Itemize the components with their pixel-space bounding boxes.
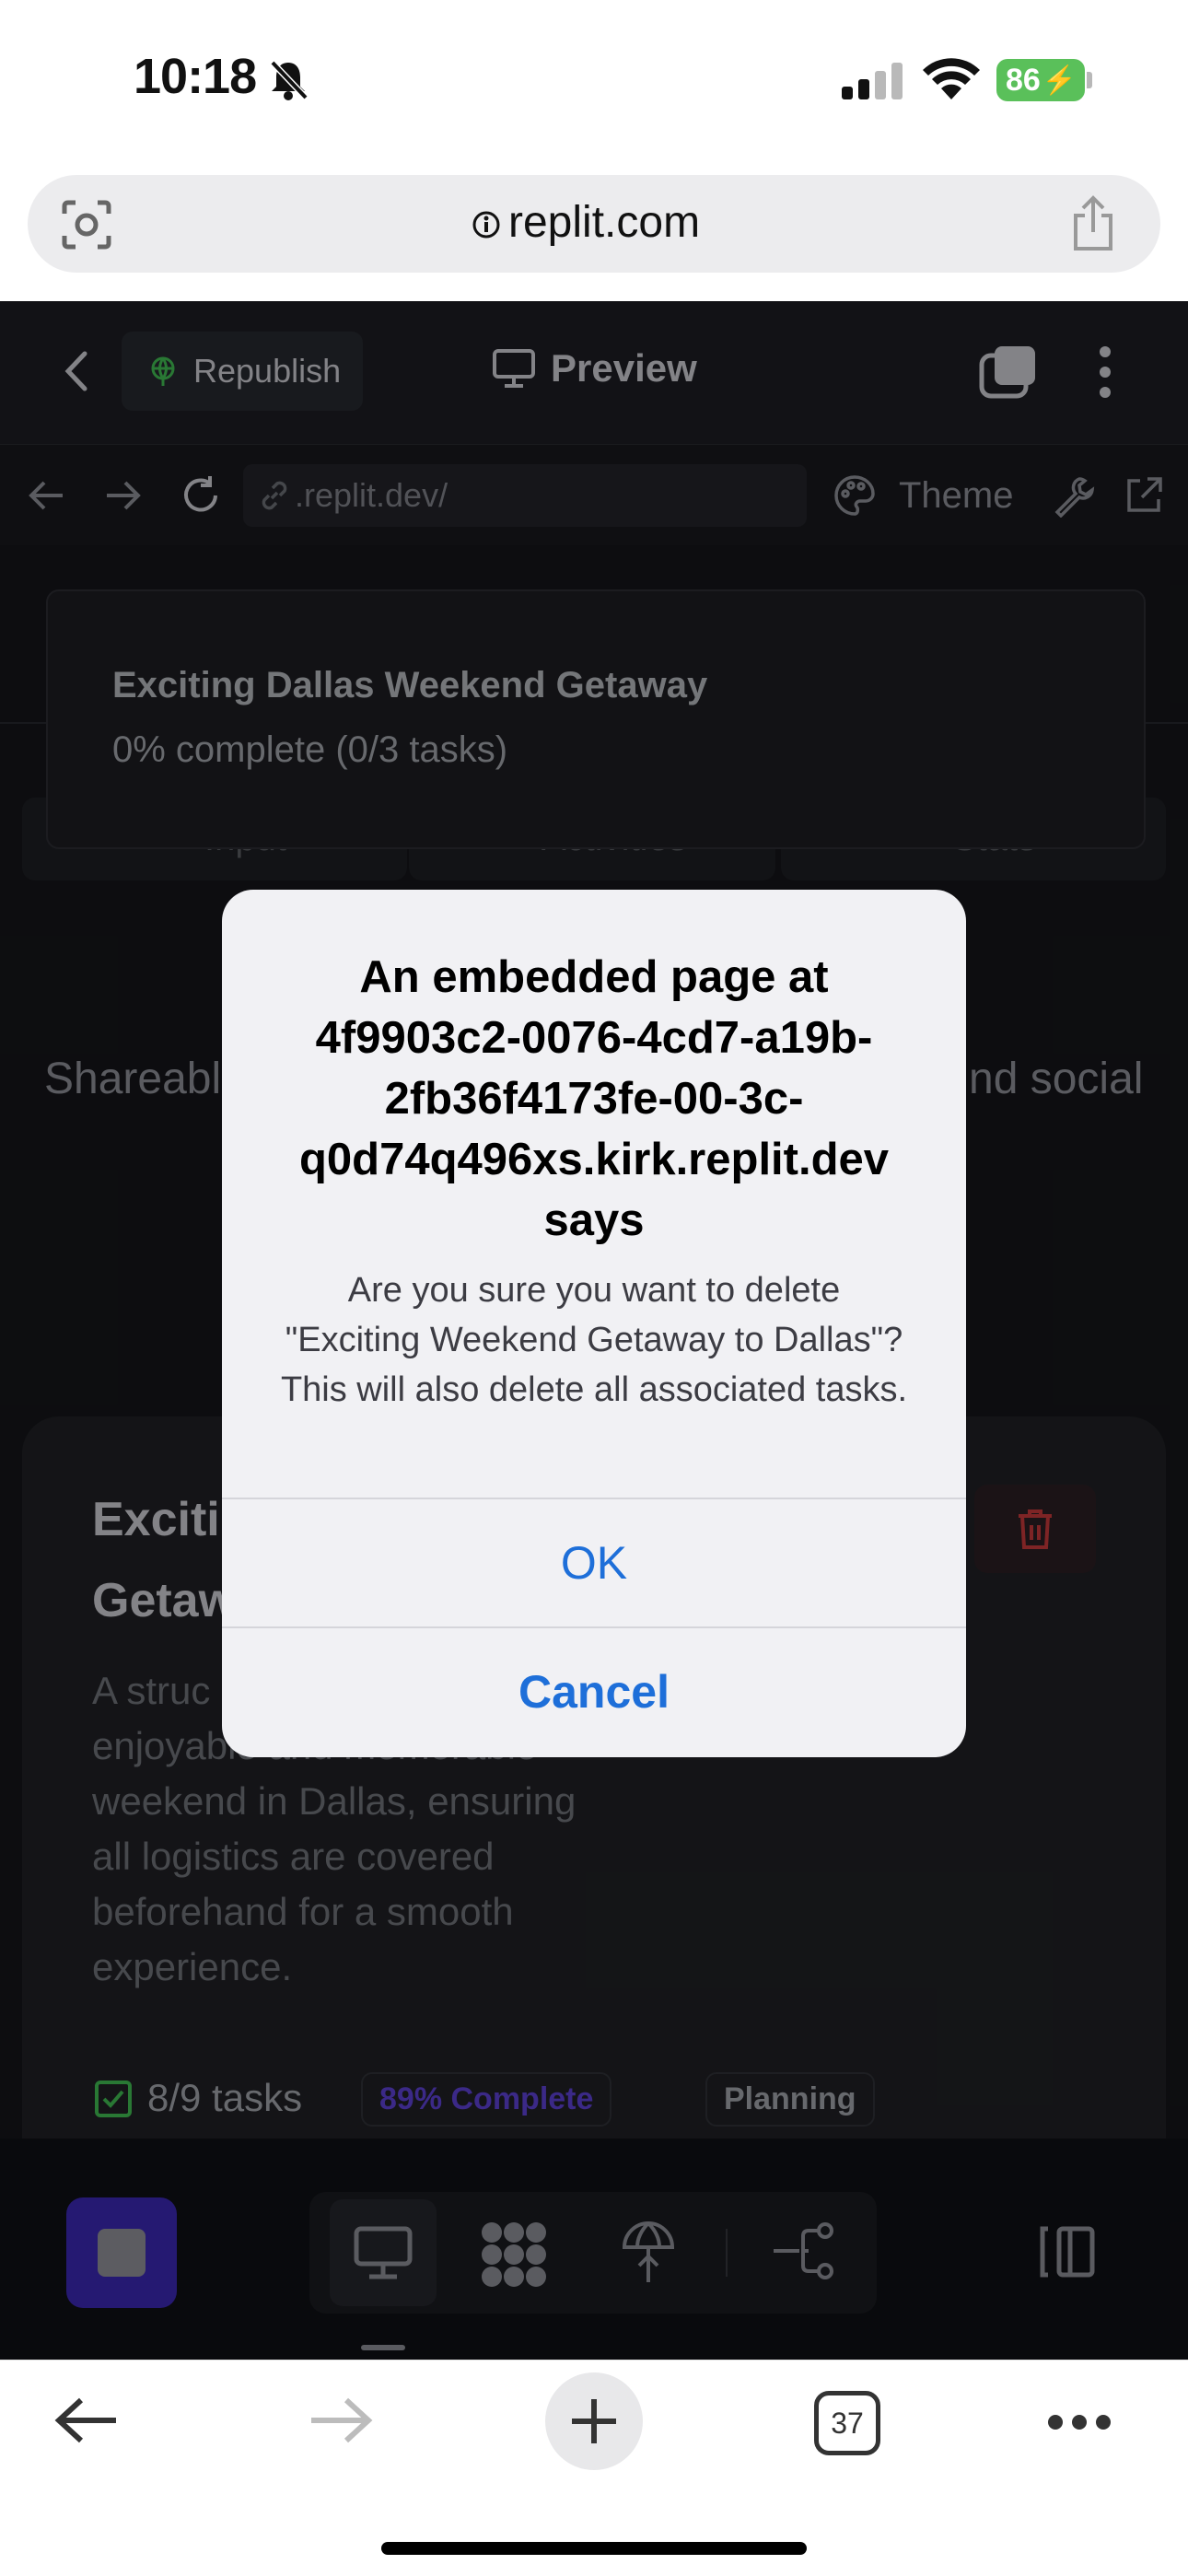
silent-mode-icon	[265, 57, 311, 103]
site-info-icon[interactable]	[472, 210, 501, 239]
visual-lookup-icon[interactable]	[59, 197, 114, 252]
share-icon[interactable]	[1070, 195, 1116, 252]
tab-count: 37	[831, 2406, 864, 2440]
ok-button[interactable]: OK	[222, 1499, 966, 1626]
alert-title: An embedded page at 4f9903c2-0076-4cd7-a…	[298, 952, 890, 1245]
tab-count-button[interactable]: 37	[814, 2391, 880, 2455]
battery-tip	[1087, 72, 1092, 88]
browser-forward-icon[interactable]	[308, 2395, 374, 2446]
cancel-button[interactable]: Cancel	[222, 1628, 966, 1755]
cellular-signal-icon	[840, 61, 904, 99]
new-tab-button[interactable]	[545, 2372, 643, 2470]
more-horizontal-icon[interactable]	[1046, 2411, 1112, 2433]
alert-dialog: An embedded page at 4f9903c2-0076-4cd7-a…	[222, 890, 966, 1757]
battery-indicator: 86 ⚡	[996, 59, 1085, 101]
home-indicator	[381, 2542, 807, 2555]
wifi-icon	[921, 57, 982, 101]
charging-bolt-icon: ⚡	[1042, 64, 1077, 96]
plus-icon	[572, 2399, 616, 2443]
browser-back-icon[interactable]	[53, 2395, 120, 2446]
status-time: 10:18	[134, 49, 257, 104]
url-text[interactable]: replit.com	[508, 197, 700, 248]
alert-message: Are you sure you want to delete "Excitin…	[280, 1271, 908, 1409]
battery-level: 86	[1006, 62, 1041, 98]
